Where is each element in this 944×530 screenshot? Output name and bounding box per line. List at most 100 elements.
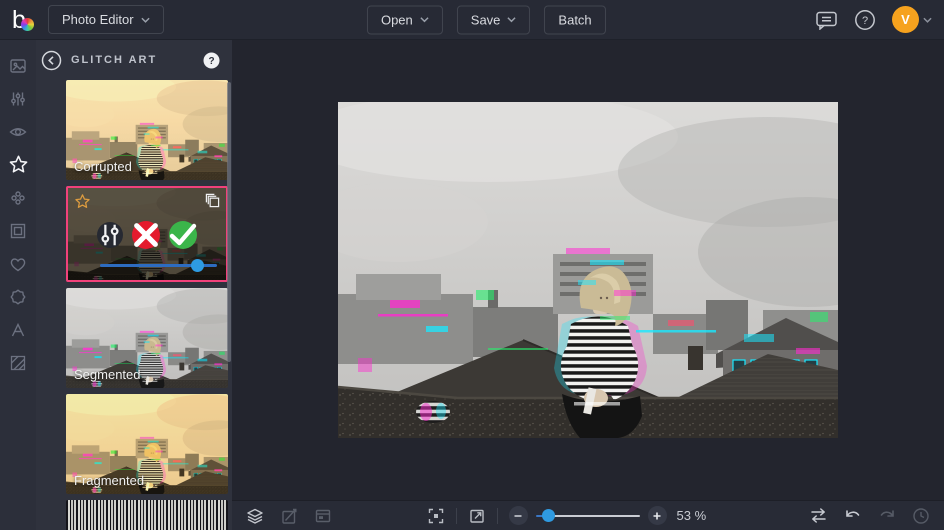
save-button[interactable]: Save bbox=[457, 5, 531, 34]
photo-icon bbox=[8, 56, 28, 76]
effects-panel: GLITCH ART ? Corrupted bbox=[36, 40, 232, 530]
befunky-logo-icon[interactable]: b bbox=[12, 6, 38, 34]
topbar: b Photo Editor Open Save Batch bbox=[0, 0, 944, 40]
help-button[interactable]: ? bbox=[854, 9, 876, 31]
chevron-down-icon bbox=[923, 17, 932, 23]
sidebar-item-graphics[interactable] bbox=[0, 181, 36, 214]
effect-thumb-corrupted[interactable]: Corrupted bbox=[66, 80, 228, 180]
effect-label: Fragmented bbox=[74, 473, 144, 488]
redo-icon bbox=[878, 508, 896, 524]
shapes-dots-icon bbox=[8, 188, 28, 208]
effect-thumb-selected[interactable] bbox=[66, 186, 228, 282]
color-wheel-icon bbox=[21, 18, 34, 31]
effect-thumbnails: Corrupted bbox=[36, 80, 232, 530]
sliders-icon bbox=[8, 89, 28, 109]
chevron-down-icon bbox=[420, 17, 429, 23]
zoom-out-button[interactable] bbox=[509, 506, 528, 525]
account-menu[interactable]: V bbox=[892, 6, 932, 33]
sidebar-item-effects[interactable] bbox=[0, 148, 36, 181]
minus-icon bbox=[513, 511, 523, 521]
zoom-level: 53 % bbox=[677, 508, 715, 523]
history-button[interactable] bbox=[912, 507, 930, 525]
effect-controls-overlay bbox=[68, 188, 226, 280]
main-area: GLITCH ART ? Corrupted bbox=[0, 40, 944, 530]
svg-text:?: ? bbox=[862, 15, 868, 27]
layers-button[interactable] bbox=[246, 507, 264, 525]
zoom-slider-handle[interactable] bbox=[542, 509, 555, 522]
settings-sliders-icon bbox=[97, 222, 123, 248]
zoom-slider[interactable] bbox=[536, 509, 640, 522]
panel-help-button[interactable]: ? bbox=[203, 52, 220, 69]
history-clock-icon bbox=[912, 507, 930, 525]
eye-icon bbox=[8, 122, 28, 142]
plus-icon bbox=[652, 511, 662, 521]
sidebar-item-eye[interactable] bbox=[0, 115, 36, 148]
photo-editor-app: b Photo Editor Open Save Batch bbox=[0, 0, 944, 530]
effect-amount-slider[interactable] bbox=[100, 259, 217, 272]
panel-header: GLITCH ART ? bbox=[36, 40, 232, 80]
app-menu-label: Photo Editor bbox=[62, 12, 134, 27]
chevron-down-icon bbox=[141, 17, 150, 23]
zoom-in-button[interactable] bbox=[648, 506, 667, 525]
sidebar-item-overlays[interactable] bbox=[0, 247, 36, 280]
undo-icon bbox=[844, 508, 862, 524]
compare-icon bbox=[809, 507, 828, 524]
batch-button[interactable]: Batch bbox=[544, 5, 605, 34]
duplicate-button[interactable] bbox=[205, 193, 220, 208]
effect-label: Corrupted bbox=[74, 159, 132, 174]
cancel-effect-button[interactable] bbox=[132, 221, 160, 249]
effect-thumb-segmented[interactable]: Segmented bbox=[66, 288, 228, 388]
avatar: V bbox=[892, 6, 919, 33]
open-button[interactable]: Open bbox=[367, 5, 443, 34]
canvas-image[interactable] bbox=[338, 102, 838, 438]
layout-button[interactable] bbox=[314, 507, 332, 525]
sidebar-item-textures[interactable] bbox=[0, 346, 36, 379]
sidebar-item-frames[interactable] bbox=[0, 214, 36, 247]
open-new-window-button[interactable] bbox=[468, 507, 486, 525]
chevron-down-icon bbox=[507, 17, 516, 23]
compare-button[interactable] bbox=[809, 507, 828, 524]
crop-canvas-button[interactable] bbox=[280, 507, 298, 525]
frame-icon bbox=[8, 221, 28, 241]
effect-label: Segmented bbox=[74, 367, 141, 382]
favorite-button[interactable] bbox=[74, 193, 91, 210]
effect-thumb-fragmented[interactable]: Fragmented bbox=[66, 394, 228, 494]
topbar-right: ? V bbox=[815, 6, 932, 33]
close-icon bbox=[132, 221, 160, 249]
panel-title: GLITCH ART bbox=[71, 54, 194, 66]
svg-text:?: ? bbox=[208, 56, 214, 67]
apply-effect-button[interactable] bbox=[169, 221, 197, 249]
effect-action-buttons bbox=[68, 221, 226, 249]
sidebar-item-adjust[interactable] bbox=[0, 82, 36, 115]
crop-canvas-icon bbox=[280, 507, 298, 525]
file-actions: Open Save Batch bbox=[367, 5, 606, 34]
canvas-view bbox=[232, 40, 944, 500]
help-icon: ? bbox=[854, 9, 876, 31]
app-menu-button[interactable]: Photo Editor bbox=[48, 5, 164, 34]
back-button[interactable] bbox=[41, 50, 62, 71]
sidebar-item-text[interactable] bbox=[0, 313, 36, 346]
tool-sidebar bbox=[0, 40, 36, 530]
back-icon bbox=[41, 50, 62, 71]
chat-button[interactable] bbox=[815, 10, 838, 30]
fit-screen-button[interactable] bbox=[427, 507, 445, 525]
undo-button[interactable] bbox=[844, 508, 862, 524]
redo-button[interactable] bbox=[878, 508, 896, 524]
star-icon bbox=[8, 154, 29, 175]
help-filled-icon: ? bbox=[203, 52, 220, 69]
layers-icon bbox=[246, 507, 264, 525]
layout-icon bbox=[314, 507, 332, 525]
panel-scrollbar[interactable] bbox=[227, 82, 231, 362]
heart-icon bbox=[8, 254, 28, 274]
bottom-toolbar: 53 % bbox=[232, 500, 944, 530]
badge-icon bbox=[8, 287, 28, 307]
fit-screen-icon bbox=[427, 507, 445, 525]
effect-thumb-stripes[interactable] bbox=[66, 500, 228, 530]
texture-icon bbox=[8, 353, 28, 373]
slider-handle[interactable] bbox=[191, 259, 204, 272]
check-icon bbox=[169, 221, 197, 249]
effect-settings-button[interactable] bbox=[97, 222, 123, 248]
sidebar-item-badge[interactable] bbox=[0, 280, 36, 313]
text-icon bbox=[8, 320, 28, 340]
sidebar-item-photo-edit[interactable] bbox=[0, 49, 36, 82]
